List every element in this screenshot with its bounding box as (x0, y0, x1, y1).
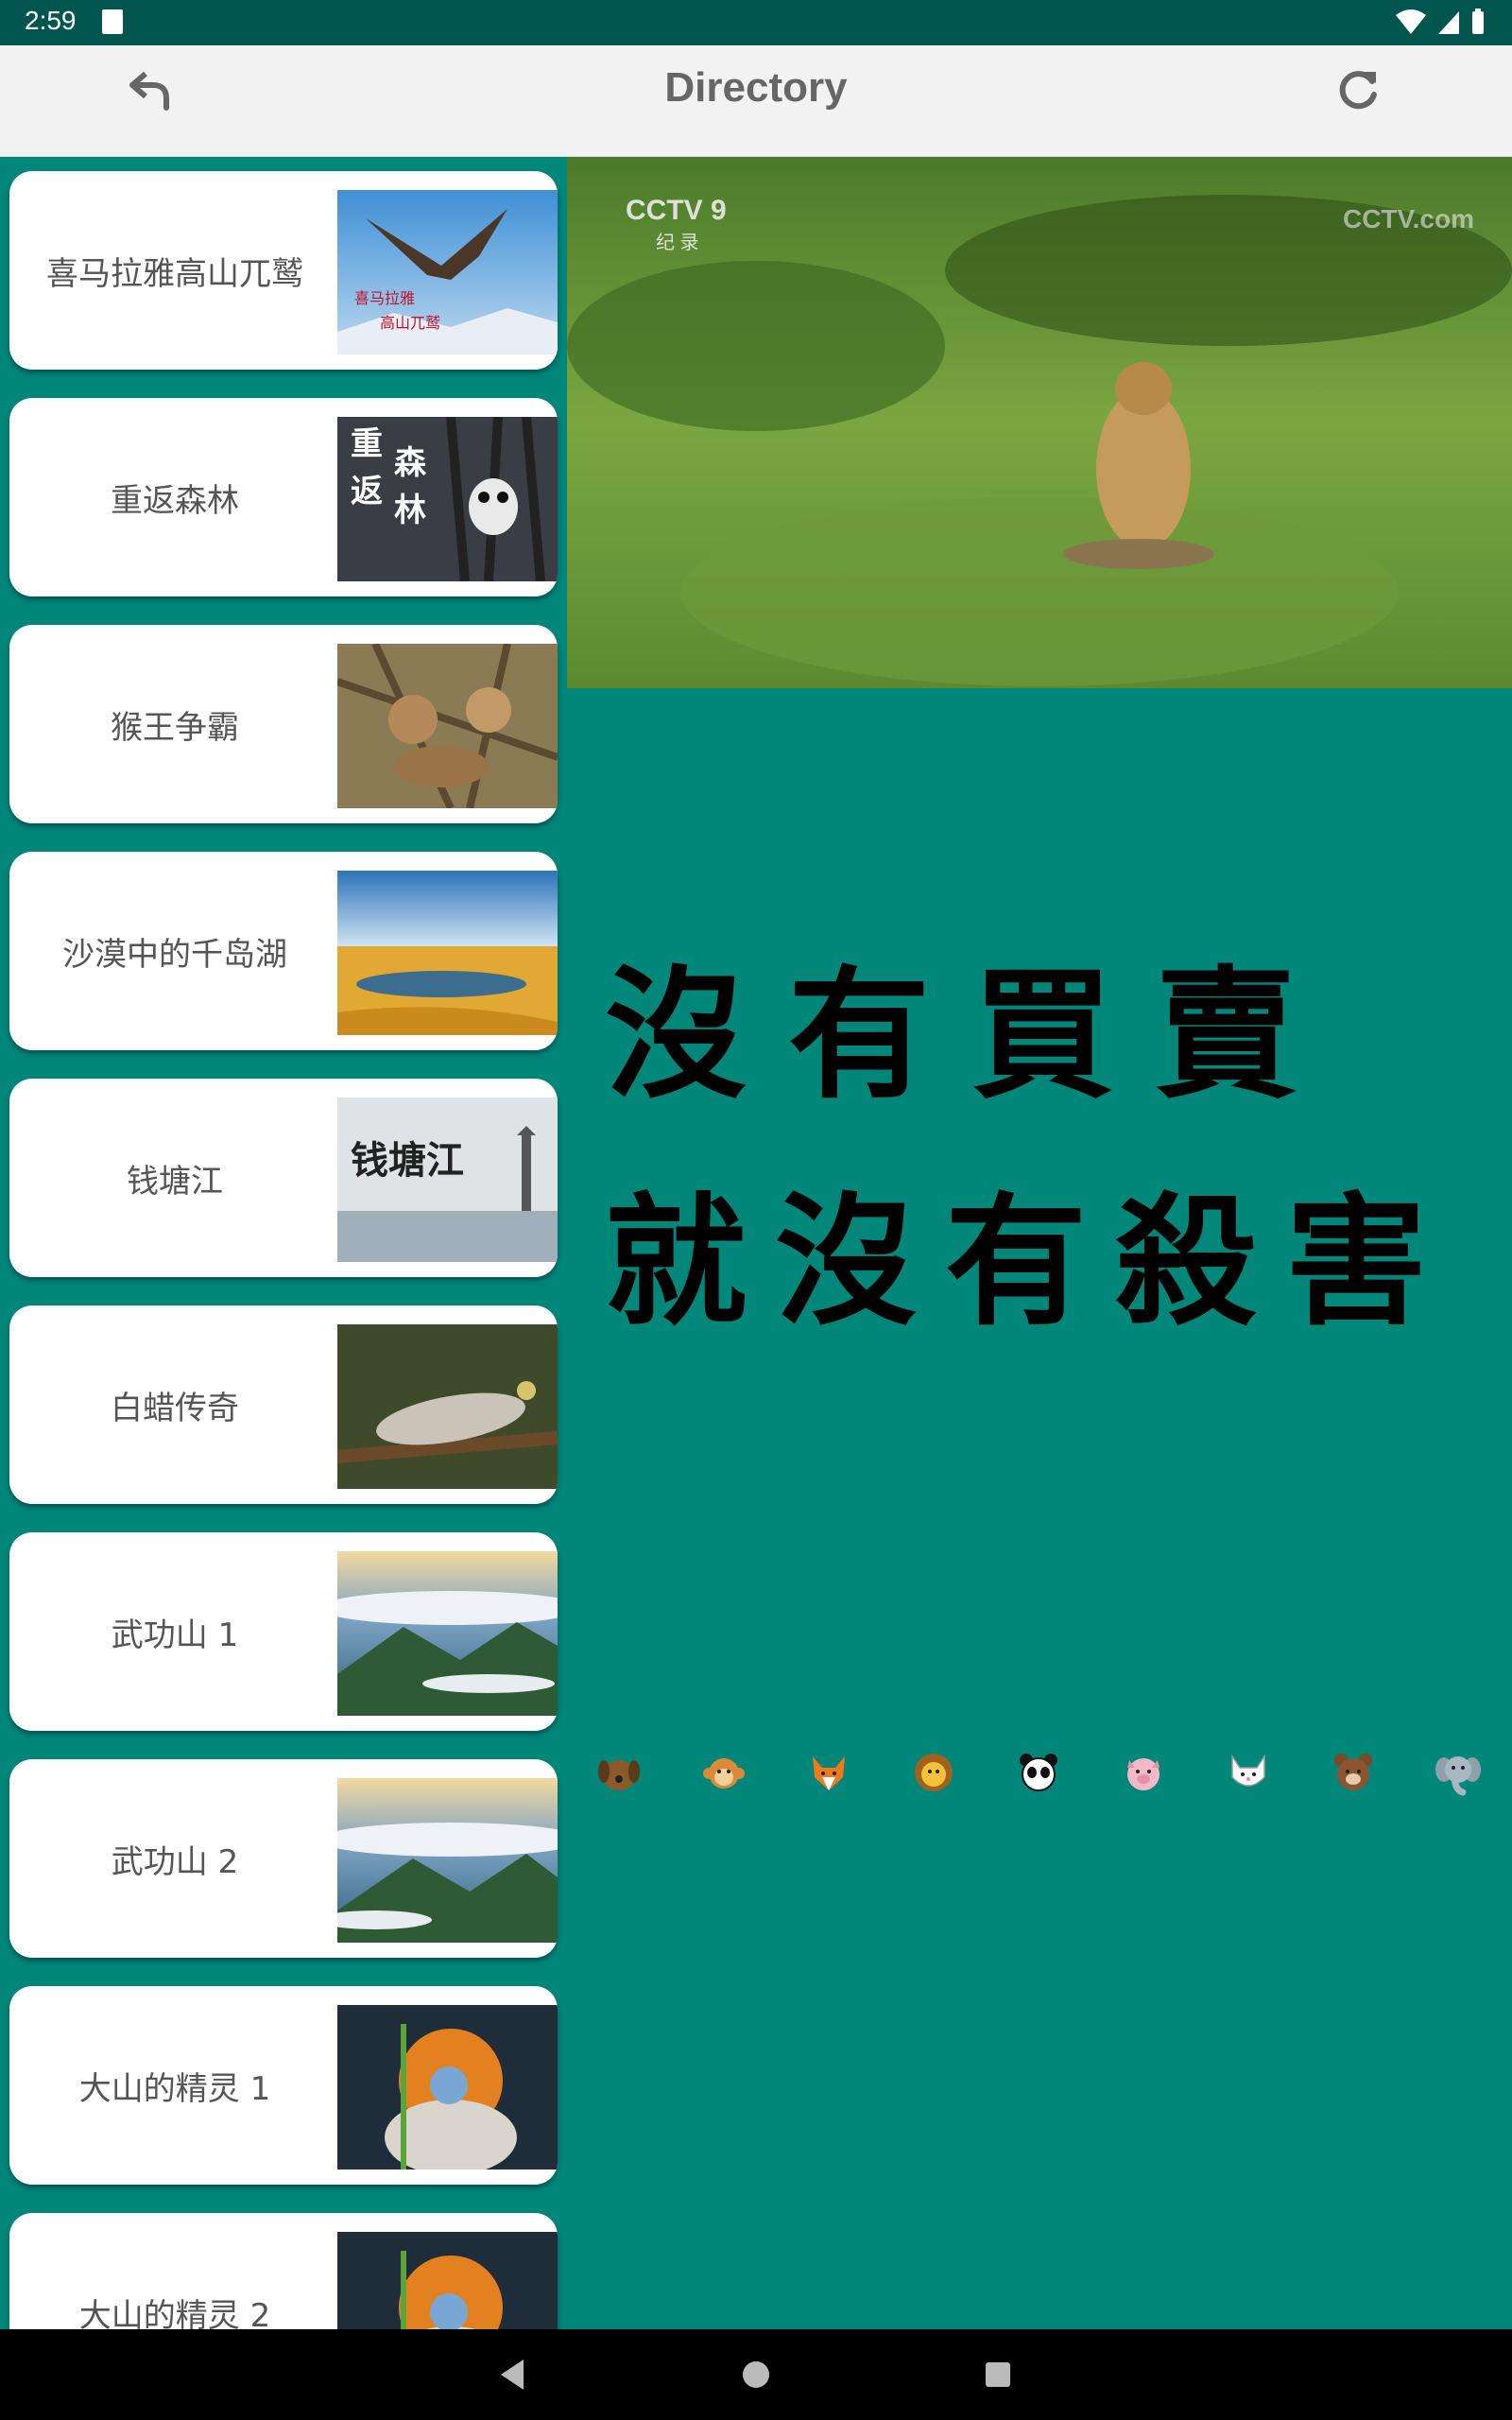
status-time: 2:59 (25, 6, 77, 35)
animal-icon-bar (595, 1749, 1493, 1796)
list-item-label: 武功山 2 (111, 1842, 239, 1881)
list-item-label: 钱塘江 (127, 1162, 223, 1201)
app-bar: Directory (0, 45, 1512, 157)
slogan-line-2: 就沒有殺害 (605, 1179, 1456, 1345)
channel-logo: CCTV 9 纪 录 (626, 195, 727, 254)
list-item-thumbnail: 钱塘江 (337, 1098, 558, 1262)
signal-icon (1438, 11, 1459, 34)
list-item[interactable]: 喜马拉雅高山兀鹫 喜马拉雅 高山兀鹫 (9, 171, 558, 370)
channel-watermark: CCTV.com (1342, 204, 1474, 233)
svg-text:喜马拉雅: 喜马拉雅 (354, 289, 415, 307)
list-item-label: 大山的精灵 2 (78, 2296, 271, 2330)
pig-icon[interactable] (1120, 1749, 1167, 1796)
svg-text:林: 林 (394, 492, 426, 529)
list-item[interactable]: 武功山 2 (9, 1759, 558, 1958)
list-item[interactable]: 武功山 1 (9, 1532, 558, 1731)
list-item-thumbnail (337, 1551, 558, 1716)
list-item[interactable]: 猴王争霸 (9, 625, 558, 823)
nav-recents-icon[interactable] (970, 2346, 1026, 2403)
list-item-thumbnail (337, 2005, 558, 2169)
list-item-label: 沙漠中的千岛湖 (62, 935, 287, 974)
navigation-bar (0, 2329, 1512, 2420)
directory-list[interactable]: 喜马拉雅高山兀鹫 喜马拉雅 高山兀鹫 重返森林 重 森 返 林 猴王争霸 沙漠中… (0, 157, 567, 2329)
cat-icon[interactable] (1225, 1749, 1272, 1796)
panda-icon[interactable] (1015, 1749, 1062, 1796)
refresh-icon[interactable] (1332, 64, 1385, 117)
list-item-thumbnail (337, 1778, 558, 1943)
list-item-thumbnail: 喜马拉雅 高山兀鹫 (337, 190, 558, 354)
list-item[interactable]: 大山的精灵 1 (9, 1986, 558, 2185)
sd-card-icon (102, 9, 123, 34)
fox-icon[interactable] (805, 1749, 852, 1796)
list-item[interactable]: 白蜡传奇 (9, 1305, 558, 1504)
channel-logo-text: CCTV 9 (626, 195, 727, 226)
status-icons (1395, 8, 1486, 36)
list-item-label: 白蜡传奇 (111, 1389, 239, 1427)
svg-text:重: 重 (351, 425, 383, 463)
lion-icon[interactable] (910, 1749, 957, 1796)
monkey-icon[interactable] (700, 1749, 747, 1796)
list-item-label: 大山的精灵 1 (78, 2069, 271, 2108)
channel-logo-sub: 纪 录 (656, 233, 699, 253)
nav-back-icon[interactable] (484, 2346, 541, 2403)
svg-text:森: 森 (394, 444, 427, 482)
list-item-thumbnail (337, 871, 558, 1035)
list-item-label: 武功山 1 (111, 1616, 239, 1654)
battery-icon (1472, 9, 1484, 34)
slogan: 沒有買賣 就沒有殺害 (605, 936, 1455, 1361)
list-item-thumbnail (337, 644, 558, 808)
list-item-label: 猴王争霸 (111, 708, 239, 747)
list-item-label: 重返森林 (111, 481, 239, 520)
svg-text:返: 返 (351, 473, 383, 510)
video-player[interactable]: CCTV 9 纪 录 CCTV.com (567, 157, 1512, 688)
list-item[interactable]: 大山的精灵 2 (9, 2213, 558, 2329)
list-item-thumbnail (337, 2232, 558, 2329)
nav-home-icon[interactable] (728, 2346, 784, 2403)
svg-text:钱塘江: 钱塘江 (351, 1138, 464, 1183)
elephant-icon[interactable] (1435, 1749, 1482, 1796)
svg-text:高山兀鹫: 高山兀鹫 (380, 314, 440, 332)
list-item-thumbnail: 重 森 返 林 (337, 417, 558, 581)
slogan-line-1: 沒有買賣 (605, 952, 1339, 1118)
dog-icon[interactable] (595, 1749, 643, 1796)
list-item-label: 喜马拉雅高山兀鹫 (46, 254, 303, 293)
list-item-thumbnail (337, 1324, 558, 1489)
bear-icon[interactable] (1330, 1749, 1377, 1796)
list-item[interactable]: 沙漠中的千岛湖 (9, 852, 558, 1050)
list-item[interactable]: 重返森林 重 森 返 林 (9, 398, 558, 596)
page-title: Directory (664, 64, 848, 111)
status-bar: 2:59 (0, 0, 1512, 45)
wifi-icon (1396, 9, 1426, 34)
list-item[interactable]: 钱塘江 钱塘江 (9, 1079, 558, 1277)
